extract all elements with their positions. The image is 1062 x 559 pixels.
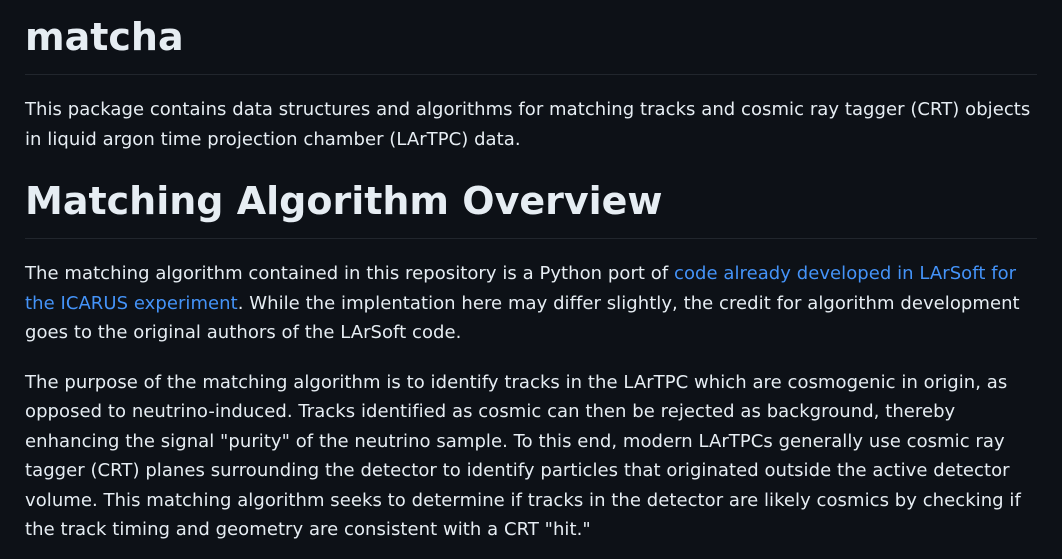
overview-paragraph: The matching algorithm contained in this…: [25, 259, 1037, 348]
page-title: matcha: [25, 0, 1037, 75]
section-heading: Matching Algorithm Overview: [25, 178, 1037, 239]
purpose-paragraph: The purpose of the matching algorithm is…: [25, 371, 1021, 541]
paragraph-text-before-link: The matching algorithm contained in this…: [25, 263, 675, 284]
readme-content: matcha This package contains data struct…: [0, 0, 1062, 545]
intro-paragraph: This package contains data structures an…: [25, 99, 1031, 150]
